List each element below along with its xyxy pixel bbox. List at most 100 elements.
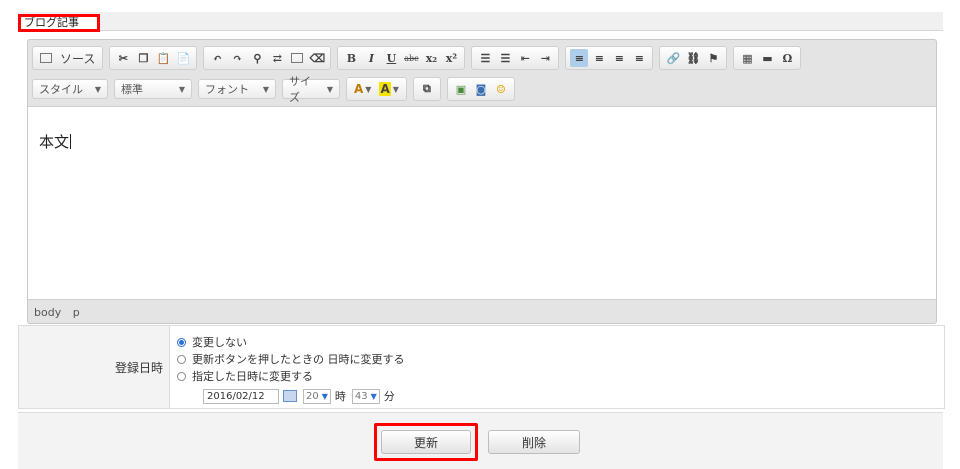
chevron-down-icon: ▼: [370, 391, 377, 401]
font-combo[interactable]: フォント ▼: [198, 79, 276, 99]
chevron-down-icon: ▼: [326, 84, 333, 94]
text-color-button[interactable]: A ▼: [351, 79, 374, 99]
align-center-icon[interactable]: ≡: [590, 49, 608, 67]
update-button-highlight: 更新: [374, 423, 478, 461]
date-label: 登録日時: [114, 361, 163, 375]
hour-select[interactable]: 20 ▼: [303, 388, 331, 404]
strike-icon[interactable]: abc: [402, 49, 420, 67]
outdent-icon[interactable]: ⇤: [516, 49, 534, 67]
chevron-down-icon: ▼: [178, 84, 185, 94]
style-combo[interactable]: スタイル ▼: [32, 79, 108, 99]
paste-icon[interactable]: 📋: [154, 49, 172, 67]
datetime-inputs: 2016/02/12 20 ▼ 時 43 ▼ 分: [203, 388, 401, 404]
delete-button[interactable]: 削除: [488, 430, 580, 454]
subscript-icon[interactable]: x₂: [422, 49, 440, 67]
bold-icon[interactable]: B: [342, 49, 360, 67]
hour-value: 20: [306, 390, 319, 402]
cut-icon[interactable]: ✂: [114, 49, 132, 67]
tab-strip: [18, 12, 943, 31]
toolbar-row-2: スタイル ▼ 標準 ▼ フォント ▼ サイズ ▼ A ▼ A ▼ ⧉ ▣ ◙ ☺: [32, 75, 521, 104]
text-caret: [70, 134, 72, 149]
special-char-icon[interactable]: Ω: [778, 49, 796, 67]
radio-update-time[interactable]: 更新ボタンを押したときの 日時に変更する: [177, 351, 405, 367]
minute-select[interactable]: 43 ▼: [351, 388, 380, 404]
unlink-icon[interactable]: ⛓: [684, 49, 702, 67]
superscript-icon[interactable]: x²: [442, 49, 460, 67]
calendar-icon[interactable]: [283, 390, 297, 402]
tab-blog-article[interactable]: ブログ記事: [18, 14, 100, 32]
preview-icon[interactable]: ⧉: [418, 80, 436, 98]
radio-specified-time-dot[interactable]: [177, 371, 186, 381]
anchor-icon[interactable]: ⚑: [704, 49, 722, 67]
toolbar-group-colors: A ▼ A ▼: [346, 77, 407, 101]
rich-text-editor: ソース ✂ ❐ 📋 📄 ↶ ↷ ⚲ ⇄ ⌫ B I U abc x₂ x² ☰ …: [27, 39, 937, 324]
paste-word-icon[interactable]: 📄: [174, 49, 192, 67]
unordered-list-icon[interactable]: ☰: [496, 49, 514, 67]
chevron-down-icon: ▼: [321, 391, 328, 401]
editor-body-text[interactable]: 本文: [39, 131, 72, 152]
editor-content-area[interactable]: 本文: [28, 106, 936, 300]
path-item-body[interactable]: body: [34, 306, 61, 319]
date-input[interactable]: 2016/02/12: [203, 388, 279, 404]
date-label-cell: 登録日時: [19, 326, 170, 408]
radio-update-time-label: 更新ボタンを押したときの 日時に変更する: [192, 353, 405, 366]
bg-color-icon: A: [379, 82, 391, 96]
align-justify-icon[interactable]: ≡: [630, 49, 648, 67]
format-combo-label: 標準: [121, 83, 143, 96]
toolbar-group-undo: ↶ ↷ ⚲ ⇄ ⌫: [203, 46, 332, 70]
toolbar-group-tools: ⧉: [412, 77, 441, 101]
find-icon[interactable]: ⚲: [248, 49, 266, 67]
toolbar-group-format: B I U abc x₂ x²: [337, 46, 466, 70]
minute-value: 43: [354, 390, 368, 402]
text-color-icon: A: [354, 82, 364, 96]
hour-unit: 時: [334, 390, 346, 403]
undo-icon[interactable]: ↶: [208, 49, 226, 67]
align-right-icon[interactable]: ≡: [610, 49, 628, 67]
ordered-list-icon[interactable]: ☰: [476, 49, 494, 67]
format-combo[interactable]: 標準 ▼: [114, 79, 192, 99]
radio-no-change-label: 変更しない: [192, 336, 247, 349]
align-left-icon[interactable]: ≡: [570, 49, 589, 67]
radio-no-change-dot[interactable]: [177, 337, 186, 347]
path-item-p[interactable]: p: [73, 306, 80, 319]
toolbar-row-1: ソース ✂ ❐ 📋 📄 ↶ ↷ ⚲ ⇄ ⌫ B I U abc x₂ x² ☰ …: [32, 46, 807, 70]
toolbar-group-clipboard: ✂ ❐ 📋 📄: [109, 46, 198, 70]
font-combo-label: フォント: [205, 83, 249, 96]
size-combo[interactable]: サイズ ▼: [282, 75, 340, 104]
link-icon[interactable]: 🔗: [664, 49, 682, 67]
source-icon[interactable]: [37, 49, 55, 67]
horizontal-rule-icon[interactable]: ▬: [758, 49, 776, 67]
element-path-bar: body p: [34, 306, 88, 319]
size-combo-label: サイズ: [289, 75, 311, 104]
smiley-icon[interactable]: ☺: [492, 80, 510, 98]
chevron-down-icon: ▼: [94, 84, 101, 94]
copy-icon[interactable]: ❐: [134, 49, 152, 67]
toolbar-group-insert: ▦ ▬ Ω: [733, 46, 802, 70]
bg-color-button[interactable]: A ▼: [376, 79, 401, 99]
toolbar-group-media: ▣ ◙ ☺: [446, 77, 515, 101]
update-button[interactable]: 更新: [381, 430, 471, 454]
chevron-down-icon: ▼: [365, 84, 372, 94]
redo-icon[interactable]: ↷: [228, 49, 246, 67]
radio-no-change[interactable]: 変更しない: [177, 334, 247, 350]
radio-specified-time[interactable]: 指定した日時に変更する: [177, 368, 313, 384]
underline-icon[interactable]: U: [382, 49, 400, 67]
image-icon[interactable]: ▣: [452, 80, 470, 98]
chevron-down-icon: ▼: [262, 84, 269, 94]
body-text-value: 本文: [39, 133, 70, 151]
radio-update-time-dot[interactable]: [177, 354, 186, 364]
select-all-icon[interactable]: [288, 49, 306, 67]
action-bar: 更新 削除: [18, 412, 943, 469]
table-icon[interactable]: ▦: [738, 49, 756, 67]
indent-icon[interactable]: ⇥: [536, 49, 554, 67]
toolbar-group-source: ソース: [32, 46, 104, 70]
italic-icon[interactable]: I: [362, 49, 380, 67]
remove-format-icon[interactable]: ⌫: [308, 49, 326, 67]
date-setting-row: 登録日時 変更しない 更新ボタンを押したときの 日時に変更する 指定した日時に変…: [18, 325, 945, 409]
toolbar-group-links: 🔗 ⛓ ⚑: [659, 46, 728, 70]
toolbar-group-align: ≡ ≡ ≡ ≡: [565, 46, 654, 70]
source-button[interactable]: ソース: [57, 49, 98, 67]
minute-unit: 分: [383, 390, 395, 403]
replace-icon[interactable]: ⇄: [268, 49, 286, 67]
flash-icon[interactable]: ◙: [472, 80, 490, 98]
